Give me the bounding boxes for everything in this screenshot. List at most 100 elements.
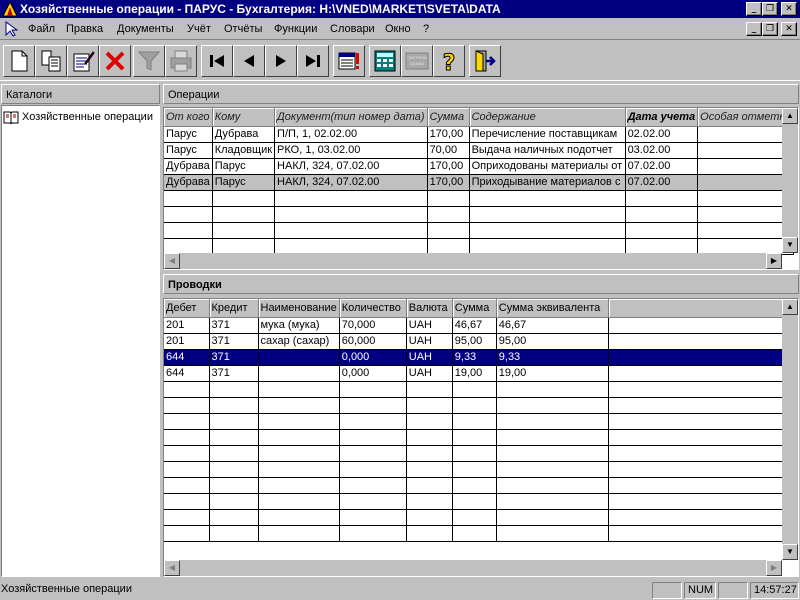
operation-cell[interactable]: 170,00 bbox=[427, 158, 470, 175]
entry-cell[interactable] bbox=[339, 429, 407, 446]
operation-cell[interactable] bbox=[697, 206, 794, 223]
column-header[interactable]: Сумма bbox=[427, 108, 470, 127]
entry-cell[interactable] bbox=[452, 381, 497, 398]
entry-cell[interactable] bbox=[406, 397, 453, 414]
entry-cell[interactable] bbox=[452, 397, 497, 414]
entry-cell[interactable] bbox=[406, 445, 453, 462]
operation-cell[interactable]: РКО, 1, 03.02.00 bbox=[274, 142, 428, 159]
operation-cell[interactable]: Кладовщик bbox=[212, 142, 276, 159]
entry-row-empty[interactable] bbox=[164, 477, 783, 494]
operation-row-empty[interactable] bbox=[164, 222, 794, 239]
entry-cell[interactable] bbox=[339, 493, 407, 510]
entry-cell[interactable]: 644 bbox=[164, 365, 210, 382]
operation-cell[interactable] bbox=[469, 222, 626, 239]
operation-cell[interactable]: Перечисление поставщикам bbox=[469, 126, 626, 143]
entry-row-empty[interactable] bbox=[164, 397, 783, 414]
entry-cell[interactable]: 46,67 bbox=[452, 317, 497, 334]
column-header[interactable]: Дебет bbox=[164, 299, 210, 318]
entry-cell[interactable]: 95,00 bbox=[452, 333, 497, 350]
operation-cell[interactable]: 70,00 bbox=[427, 142, 470, 159]
entry-cell[interactable] bbox=[339, 461, 407, 478]
entry-row-empty[interactable] bbox=[164, 461, 783, 478]
operations-vscroll[interactable]: ▲ ▼ bbox=[782, 108, 798, 253]
operation-cell[interactable] bbox=[625, 190, 699, 207]
entry-cell[interactable] bbox=[608, 493, 783, 510]
scroll-down-icon[interactable]: ▼ bbox=[782, 544, 798, 560]
menu-help[interactable]: ? bbox=[423, 22, 429, 37]
entry-cell[interactable] bbox=[258, 445, 340, 462]
entry-cell[interactable] bbox=[452, 509, 497, 526]
operation-cell[interactable] bbox=[697, 174, 794, 191]
entry-cell[interactable] bbox=[164, 493, 210, 510]
entry-cell[interactable] bbox=[452, 413, 497, 430]
operation-cell[interactable] bbox=[469, 190, 626, 207]
operation-cell[interactable] bbox=[274, 222, 428, 239]
copy-document-button[interactable] bbox=[35, 45, 67, 77]
menu-reports[interactable]: Отчёты bbox=[224, 22, 262, 37]
scroll-up-icon[interactable]: ▲ bbox=[782, 108, 798, 124]
operation-cell[interactable]: Дубрава bbox=[212, 126, 276, 143]
close-button[interactable]: ✕ bbox=[781, 2, 797, 16]
entry-row[interactable]: 644 371 0,000 UAH 9,33 9,33 bbox=[164, 349, 783, 366]
operation-cell[interactable] bbox=[212, 222, 276, 239]
menu-edit[interactable]: Правка bbox=[66, 22, 103, 37]
entry-cell[interactable] bbox=[209, 525, 259, 542]
entry-cell[interactable] bbox=[209, 493, 259, 510]
column-header[interactable]: Наименование bbox=[258, 299, 340, 318]
operation-cell[interactable]: НАКЛ, 324, 07.02.00 bbox=[274, 174, 428, 191]
entry-cell[interactable] bbox=[164, 477, 210, 494]
operation-cell[interactable]: Парус bbox=[212, 158, 276, 175]
operation-cell[interactable] bbox=[697, 142, 794, 159]
operation-cell[interactable]: 07.02.00 bbox=[625, 158, 699, 175]
menu-dictionaries[interactable]: Словари bbox=[330, 22, 375, 37]
column-header[interactable]: Документ(тип номер дата) bbox=[274, 108, 428, 127]
entry-cell[interactable]: сахар (сахар) bbox=[258, 333, 340, 350]
restore-button[interactable]: ❐ bbox=[762, 2, 778, 16]
entry-cell[interactable]: 19,00 bbox=[496, 365, 609, 382]
child-close-button[interactable]: ✕ bbox=[781, 22, 797, 36]
entry-cell[interactable] bbox=[209, 381, 259, 398]
entry-cell[interactable] bbox=[164, 509, 210, 526]
operation-cell[interactable] bbox=[625, 238, 699, 255]
entry-cell[interactable]: UAH bbox=[406, 349, 453, 366]
operation-cell[interactable] bbox=[212, 190, 276, 207]
entry-cell[interactable] bbox=[608, 509, 783, 526]
entry-cell[interactable] bbox=[258, 365, 340, 382]
operation-cell[interactable]: Дубрава bbox=[164, 174, 213, 191]
entry-cell[interactable] bbox=[452, 461, 497, 478]
operation-cell[interactable]: 02.02.00 bbox=[625, 126, 699, 143]
help-button[interactable]: ? bbox=[433, 45, 465, 77]
operation-cell[interactable]: 170,00 bbox=[427, 174, 470, 191]
scroll-up-icon[interactable]: ▲ bbox=[782, 299, 798, 315]
column-header[interactable]: От кого bbox=[164, 108, 213, 127]
entry-cell[interactable] bbox=[209, 509, 259, 526]
entry-cell[interactable] bbox=[258, 477, 340, 494]
operation-cell[interactable] bbox=[697, 222, 794, 239]
menu-window[interactable]: Окно bbox=[385, 22, 411, 37]
operations-hscroll[interactable]: ◀ ▶ bbox=[164, 253, 782, 269]
operation-cell[interactable] bbox=[164, 206, 213, 223]
entry-cell[interactable] bbox=[258, 429, 340, 446]
operation-cell[interactable] bbox=[212, 206, 276, 223]
entry-row-empty[interactable] bbox=[164, 429, 783, 446]
exit-button[interactable] bbox=[469, 45, 501, 77]
entry-cell[interactable] bbox=[452, 493, 497, 510]
operation-cell[interactable] bbox=[697, 190, 794, 207]
new-document-button[interactable] bbox=[3, 45, 35, 77]
entry-cell[interactable]: 371 bbox=[209, 317, 259, 334]
entry-cell[interactable]: 0,000 bbox=[339, 365, 407, 382]
entry-cell[interactable] bbox=[496, 525, 609, 542]
entry-cell[interactable] bbox=[608, 429, 783, 446]
entry-cell[interactable] bbox=[339, 509, 407, 526]
entry-cell[interactable] bbox=[496, 445, 609, 462]
entry-cell[interactable] bbox=[406, 429, 453, 446]
operation-cell[interactable] bbox=[427, 222, 470, 239]
operation-row[interactable]: Парус Кладовщик РКО, 1, 03.02.00 70,00 Выдач… bbox=[164, 142, 794, 159]
entry-cell[interactable]: 9,33 bbox=[496, 349, 609, 366]
entry-cell[interactable] bbox=[258, 493, 340, 510]
calculator-button[interactable] bbox=[369, 45, 401, 77]
entry-cell[interactable] bbox=[164, 445, 210, 462]
entry-cell[interactable] bbox=[608, 349, 783, 366]
entry-cell[interactable] bbox=[406, 413, 453, 430]
entry-cell[interactable] bbox=[164, 429, 210, 446]
